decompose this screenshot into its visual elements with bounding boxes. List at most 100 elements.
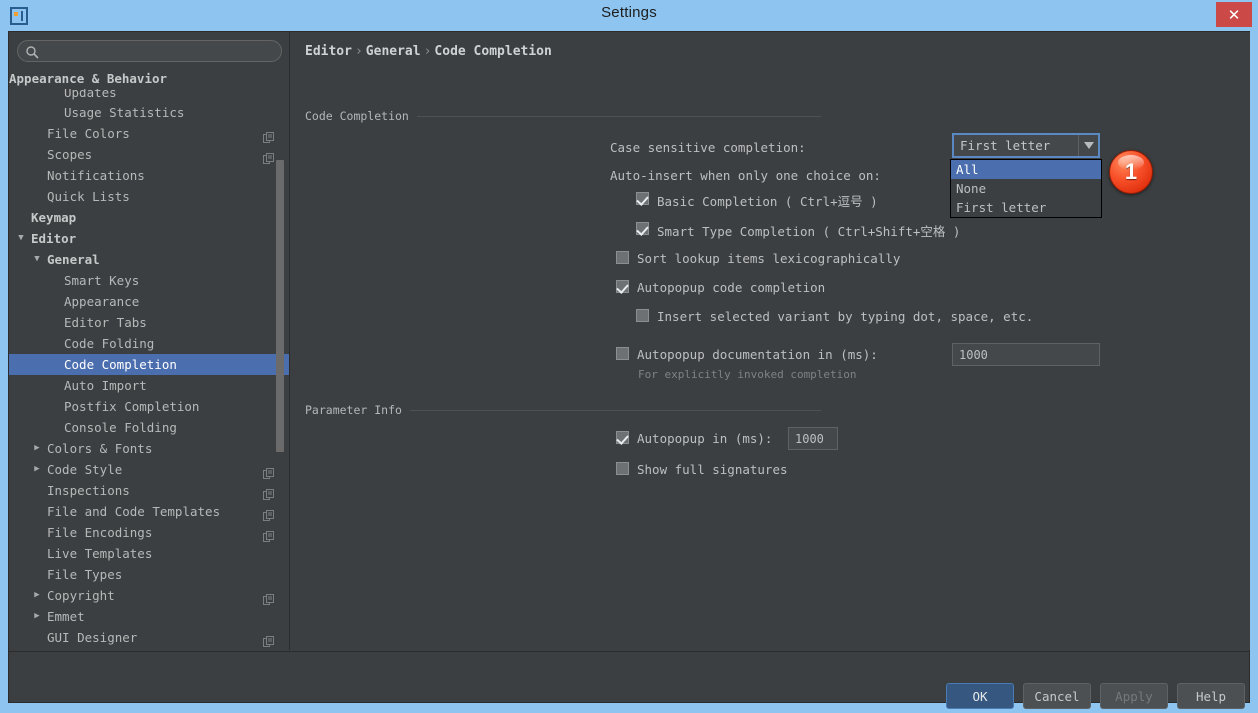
sidebar-item-gui-designer[interactable]: GUI Designer — [9, 627, 289, 648]
checkbox-autopopup-documentation-label[interactable]: Autopopup documentation in (ms): — [637, 347, 878, 362]
sidebar-item-auto-import[interactable]: Auto Import — [9, 375, 289, 396]
sidebar-item-emmet[interactable]: ▶Emmet — [9, 606, 289, 627]
sidebar-item-inspections[interactable]: Inspections — [9, 480, 289, 501]
checkbox-autopopup-documentation[interactable] — [616, 347, 629, 360]
chevron-right-icon[interactable]: ▶ — [31, 585, 43, 606]
breadcrumb-separator: › — [421, 44, 435, 59]
case-sensitive-completion-dropdown[interactable]: First letter — [952, 133, 1100, 158]
sidebar-item-updates[interactable]: Updates — [9, 89, 289, 102]
close-icon[interactable]: ✕ — [1216, 2, 1252, 27]
sidebar-item-console-folding[interactable]: Console Folding — [9, 417, 289, 438]
copy-settings-icon[interactable] — [263, 590, 274, 601]
checkbox-sort-lookup-items-label[interactable]: Sort lookup items lexicographically — [637, 251, 900, 266]
sidebar-item-live-templates[interactable]: Live Templates — [9, 543, 289, 564]
sidebar-scrollbar[interactable] — [276, 68, 284, 650]
sidebar-sticky-header: Appearance & Behavior — [9, 68, 275, 89]
sidebar-item-file-colors[interactable]: File Colors — [9, 123, 289, 144]
sidebar-item-label: Keymap — [31, 210, 76, 225]
copy-settings-icon[interactable] — [263, 485, 274, 496]
checkbox-autopopup-code-completion-label[interactable]: Autopopup code completion — [637, 280, 825, 295]
sidebar-item-label: File Colors — [47, 126, 130, 141]
sidebar-item-copyright[interactable]: ▶ Copyright — [9, 585, 289, 606]
dropdown-option-first-letter[interactable]: First letter — [951, 198, 1101, 217]
sidebar-item-label: Code Folding — [64, 336, 154, 351]
cancel-button[interactable]: Cancel — [1023, 683, 1091, 709]
settings-content: Editor›General›Code Completion Code Comp… — [291, 32, 1250, 650]
copy-settings-icon[interactable] — [263, 506, 274, 517]
sidebar-item-file-types[interactable]: File Types — [9, 564, 289, 585]
section-divider — [417, 116, 821, 117]
sidebar-item-label: Appearance — [64, 294, 139, 309]
sidebar-item-keymap[interactable]: Keymap — [9, 207, 289, 228]
apply-button: Apply — [1100, 683, 1168, 709]
sidebar-item-label: File Encodings — [47, 525, 152, 540]
checkbox-insert-selected-variant-label[interactable]: Insert selected variant by typing dot, s… — [657, 309, 1033, 324]
sidebar-item-label: Scopes — [47, 147, 92, 162]
sidebar-item-appearance[interactable]: Appearance — [9, 291, 289, 312]
search-field[interactable] — [17, 40, 282, 62]
dropdown-options-list[interactable]: AllNoneFirst letter — [950, 159, 1102, 218]
checkbox-param-autopopup[interactable] — [616, 431, 629, 444]
dropdown-option-all[interactable]: All — [951, 160, 1101, 179]
checkbox-sort-lookup-items[interactable] — [616, 251, 629, 264]
section-title: Code Completion — [305, 109, 417, 123]
param-autopopup-delay-input[interactable] — [788, 427, 838, 450]
chevron-down-icon[interactable]: ▼ — [15, 228, 27, 249]
ok-button[interactable]: OK — [946, 683, 1014, 709]
checkbox-autopopup-code-completion[interactable] — [616, 280, 629, 293]
sidebar-item-code-completion[interactable]: Code Completion — [9, 354, 289, 375]
dropdown-option-none[interactable]: None — [951, 179, 1101, 198]
checkbox-show-full-signatures[interactable] — [616, 462, 629, 475]
autopopup-documentation-delay-input[interactable] — [952, 343, 1100, 366]
sidebar-item-file-and-code-templates[interactable]: File and Code Templates — [9, 501, 289, 522]
section-header-code-completion: Code Completion — [305, 109, 821, 123]
checkbox-param-autopopup-label[interactable]: Autopopup in (ms): — [637, 431, 772, 446]
breadcrumb-item[interactable]: Code Completion — [434, 44, 551, 59]
help-button[interactable]: Help — [1177, 683, 1245, 709]
checkbox-smart-type-completion-label[interactable]: Smart Type Completion ( Ctrl+Shift+空格 ) — [657, 221, 960, 240]
sidebar-item-smart-keys[interactable]: Smart Keys — [9, 270, 289, 291]
checkbox-basic-completion[interactable] — [636, 192, 649, 205]
search-input[interactable] — [17, 40, 282, 62]
sidebar-scrollbar-thumb[interactable] — [276, 160, 284, 452]
checkbox-show-full-signatures-label[interactable]: Show full signatures — [637, 462, 788, 477]
sidebar-item-postfix-completion[interactable]: Postfix Completion — [9, 396, 289, 417]
sidebar-item-editor-tabs[interactable]: Editor Tabs — [9, 312, 289, 333]
sidebar-item-label: File Types — [47, 567, 122, 582]
copy-settings-icon[interactable] — [263, 527, 274, 538]
sidebar-item-file-encodings[interactable]: File Encodings — [9, 522, 289, 543]
breadcrumb-item[interactable]: General — [366, 44, 421, 59]
sidebar-item-label: Colors & Fonts — [47, 441, 152, 456]
chevron-right-icon[interactable]: ▶ — [31, 606, 43, 627]
sidebar-item-code-folding[interactable]: Code Folding — [9, 333, 289, 354]
checkbox-basic-completion-label[interactable]: Basic Completion ( Ctrl+逗号 ) — [657, 191, 878, 210]
copy-settings-icon[interactable] — [263, 632, 274, 643]
sidebar-item-label: Smart Keys — [64, 273, 139, 288]
copy-settings-icon[interactable] — [263, 149, 274, 160]
sidebar-item-usage-statistics[interactable]: Usage Statistics — [9, 102, 289, 123]
chevron-right-icon[interactable]: ▶ — [31, 459, 43, 480]
copy-settings-icon[interactable] — [263, 464, 274, 475]
sidebar-item-general[interactable]: ▼General — [9, 249, 289, 270]
sidebar-item-code-style[interactable]: ▶Code Style — [9, 459, 289, 480]
chevron-right-icon[interactable]: ▶ — [31, 438, 43, 459]
window-title: Settings — [0, 4, 1258, 21]
breadcrumb-item[interactable]: Editor — [305, 44, 352, 59]
sidebar-item-label: Postfix Completion — [64, 399, 199, 414]
sidebar-item-label: Editor — [31, 231, 76, 246]
chevron-down-icon[interactable]: ▼ — [31, 249, 43, 270]
checkbox-smart-type-completion[interactable] — [636, 222, 649, 235]
sidebar-item-colors-fonts[interactable]: ▶ Colors & Fonts — [9, 438, 289, 459]
settings-sidebar: Appearance & BehaviorUpdates Usage Statis… — [9, 32, 290, 650]
sidebar-item-label: Usage Statistics — [64, 105, 184, 120]
checkbox-insert-selected-variant[interactable] — [636, 309, 649, 322]
auto-insert-label: Auto-insert when only one choice on: — [610, 168, 881, 183]
sidebar-item-editor[interactable]: ▼ Editor — [9, 228, 289, 249]
sidebar-item-scopes[interactable]: Scopes — [9, 144, 289, 165]
sidebar-item-quick-lists[interactable]: Quick Lists — [9, 186, 289, 207]
annotation-badge-1: 1 — [1109, 150, 1153, 194]
sidebar-item-label: File and Code Templates — [47, 504, 220, 519]
sidebar-item-label: Copyright — [47, 588, 115, 603]
copy-settings-icon[interactable] — [263, 128, 274, 139]
sidebar-item-notifications[interactable]: Notifications — [9, 165, 289, 186]
